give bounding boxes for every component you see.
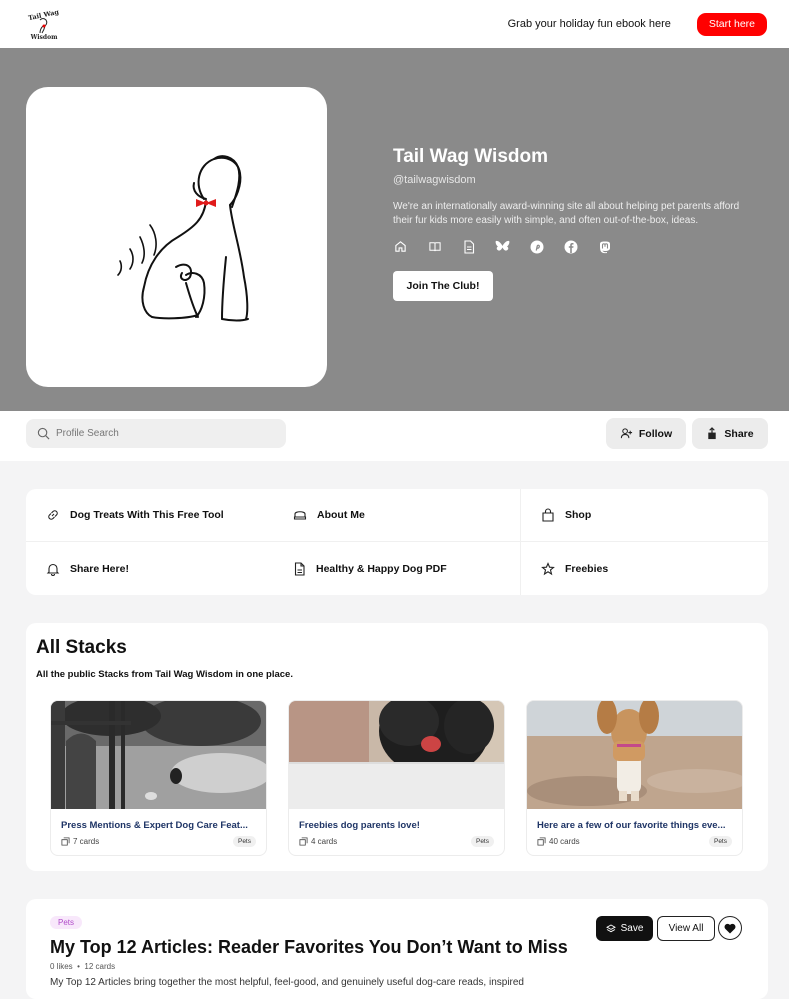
category-tag[interactable]: Pets — [50, 916, 83, 929]
profile-search-input[interactable]: Profile Search — [26, 419, 286, 448]
social-links — [393, 239, 753, 254]
layers-icon — [605, 923, 616, 932]
stack-tag: Pets — [708, 836, 732, 847]
profile-handle: @tailwagwisdom — [393, 174, 476, 186]
stack-card-press[interactable]: Press Mentions & Expert Dog Care Feat...… — [50, 700, 267, 856]
follow-label: Follow — [638, 427, 673, 440]
start-here-button[interactable]: Start here — [696, 12, 767, 36]
link-dog-treats[interactable]: Dog Treats With This Free Tool — [26, 489, 273, 542]
top-bar: Tail Wag Wisdom Grab your holiday fun eb… — [0, 0, 789, 48]
search-placeholder: Profile Search — [56, 428, 119, 439]
link-shop[interactable]: Shop — [520, 489, 768, 542]
link-label: Dog Treats With This Free Tool — [70, 509, 224, 521]
stacks-title: All Stacks — [36, 637, 127, 658]
dog-illustration — [117, 155, 249, 322]
link-healthy-dog-pdf[interactable]: Healthy & Happy Dog PDF — [273, 542, 520, 595]
stack-title: Freebies dog parents love! — [299, 820, 420, 831]
promo-text: Grab your holiday fun ebook here — [507, 18, 671, 30]
heart-icon — [724, 923, 736, 933]
profile-toolbar: Profile Search Follow Share — [0, 411, 789, 461]
likes-count: 0 likes — [50, 962, 73, 971]
link-about-me[interactable]: About Me — [273, 489, 520, 542]
link-label: About Me — [317, 509, 365, 521]
view-all-button[interactable]: View All — [657, 916, 715, 941]
facebook-icon[interactable] — [563, 239, 578, 254]
follow-button[interactable]: Follow — [606, 418, 686, 449]
cards-icon — [61, 837, 70, 846]
stack-thumbnail — [289, 701, 504, 809]
add-user-icon — [620, 428, 632, 439]
hat-icon — [293, 511, 307, 520]
file-icon — [294, 561, 305, 576]
book-icon[interactable] — [427, 239, 442, 254]
star-icon — [541, 561, 555, 575]
stack-title: Here are a few of our favorite things ev… — [537, 820, 726, 831]
stack-count: 4 cards — [299, 837, 337, 846]
save-button[interactable]: Save — [596, 916, 653, 941]
stack-count: 40 cards — [537, 837, 580, 846]
cards-count: 12 cards — [84, 962, 116, 971]
profile-hero: Tail Wag Wisdom @tailwagwisdom We're an … — [0, 48, 789, 411]
link-label: Freebies — [565, 562, 609, 575]
featured-stack-meta: 0 likes • 12 cards — [50, 962, 116, 971]
join-club-button[interactable]: Join The Club! — [393, 271, 493, 301]
stack-tag: Pets — [470, 836, 494, 847]
share-button[interactable]: Share — [692, 418, 768, 449]
share-label: Share — [724, 427, 754, 440]
site-logo[interactable]: Tail Wag Wisdom — [26, 6, 62, 42]
featured-stack-title[interactable]: My Top 12 Articles: Reader Favorites You… — [50, 937, 568, 958]
stacks-section: All Stacks All the public Stacks from Ta… — [26, 623, 768, 871]
link-label: Shop — [565, 509, 592, 521]
cards-icon — [299, 837, 308, 846]
profile-description: We're an internationally award-winning s… — [393, 201, 740, 226]
stack-thumbnail — [51, 701, 266, 809]
stack-count: 7 cards — [61, 837, 99, 846]
like-button[interactable] — [718, 916, 742, 940]
svg-text:Tail Wag: Tail Wag — [28, 8, 61, 22]
bluesky-icon[interactable] — [495, 239, 510, 254]
document-icon[interactable] — [461, 239, 476, 254]
profile-info: Tail Wag Wisdom @tailwagwisdom We're an … — [393, 146, 753, 301]
link-icon — [48, 510, 58, 520]
link-share-here[interactable]: Share Here! — [26, 542, 273, 595]
stack-card-favorites[interactable]: Here are a few of our favorite things ev… — [526, 700, 743, 856]
link-freebies[interactable]: Freebies — [520, 542, 768, 595]
profile-name: Tail Wag Wisdom — [393, 146, 548, 167]
shopping-bag-icon — [542, 508, 554, 522]
pinterest-icon[interactable] — [529, 239, 544, 254]
links-grid: Dog Treats With This Free Tool About Me … — [26, 489, 768, 595]
svg-text:Wisdom: Wisdom — [30, 34, 58, 41]
featured-stack: Pets My Top 12 Articles: Reader Favorite… — [26, 899, 768, 999]
share-icon — [708, 427, 717, 440]
mastodon-icon[interactable] — [597, 239, 612, 254]
featured-stack-description: My Top 12 Articles bring together the mo… — [50, 977, 524, 988]
stack-tag: Pets — [232, 836, 256, 847]
search-icon — [37, 427, 50, 440]
link-label: Share Here! — [70, 562, 129, 575]
profile-avatar — [26, 87, 327, 387]
home-icon[interactable] — [393, 239, 408, 254]
cards-icon — [537, 837, 546, 846]
stack-title: Press Mentions & Expert Dog Care Feat... — [61, 820, 248, 831]
bell-icon — [46, 563, 60, 576]
link-label: Healthy & Happy Dog PDF — [316, 562, 447, 575]
stacks-subtitle: All the public Stacks from Tail Wag Wisd… — [36, 669, 293, 680]
stack-thumbnail — [527, 701, 742, 809]
stack-card-freebies[interactable]: Freebies dog parents love! 4 cards Pets — [288, 700, 505, 856]
